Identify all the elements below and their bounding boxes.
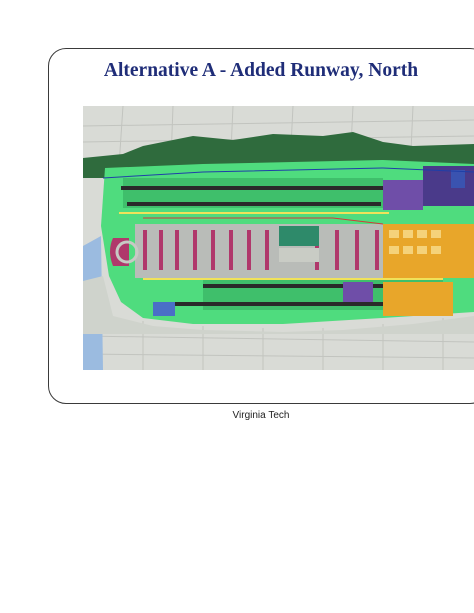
slide-footer: Virginia Tech [232,410,290,421]
airport-site-plan [83,106,474,370]
slide-title: Alternative A - Added Runway, North [103,60,419,81]
